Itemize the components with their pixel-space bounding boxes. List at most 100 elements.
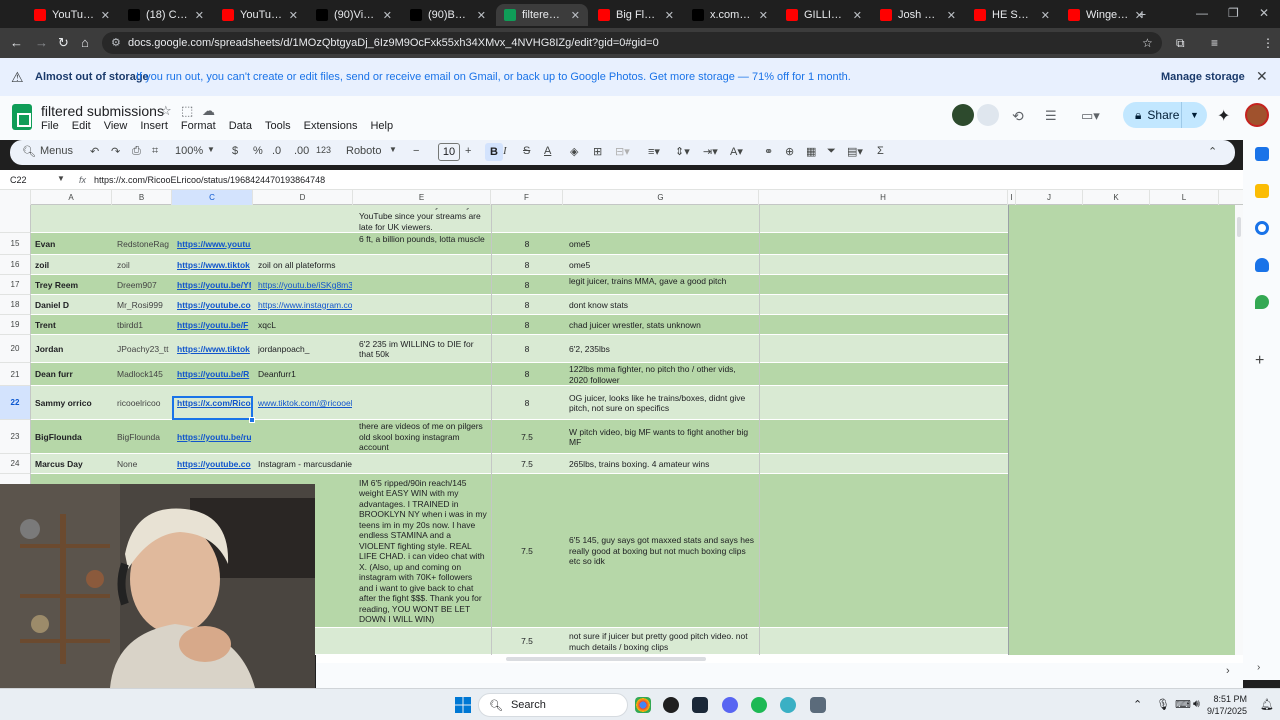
horizontal-scrollbar[interactable]	[316, 655, 1243, 663]
cell-a[interactable]: BigFlounda	[35, 432, 111, 443]
row-header[interactable]: 24	[0, 454, 31, 474]
comments-icon[interactable]: ☰	[1045, 108, 1057, 124]
browser-tab[interactable]: x.com/Ricoo ✕	[684, 4, 776, 26]
fill-color-icon[interactable]: ◈	[570, 145, 578, 158]
cell-c[interactable]: https://youtube.co	[177, 459, 251, 470]
tab-close-icon[interactable]: ✕	[195, 9, 204, 22]
cell-e-partial[interactable]: and had a kid. Mainly watch your YouTube…	[359, 208, 487, 232]
cell-f[interactable]: 7.5	[491, 636, 563, 647]
cell-d[interactable]: https://www.instagram.cor	[258, 300, 352, 311]
taskbar-search[interactable]: 🔍︎ Search	[478, 693, 628, 717]
column-header-c[interactable]: C	[172, 190, 253, 205]
cell-b[interactable]: BigFlounda	[117, 432, 169, 443]
zoom-dropdown-icon[interactable]: ▼	[207, 145, 215, 154]
cell-a[interactable]: Marcus Day	[35, 459, 111, 470]
insert-chart-icon[interactable]: ▦	[806, 145, 816, 158]
tab-close-icon[interactable]: ✕	[571, 9, 580, 22]
menu-file[interactable]: File	[41, 120, 59, 132]
network-icon[interactable]: ⌨	[1175, 698, 1191, 711]
close-window-button[interactable]: ✕	[1259, 6, 1269, 20]
browser-tab[interactable]: YouTube ✕	[214, 4, 306, 26]
cell-a[interactable]: Trent	[35, 320, 111, 331]
tasks-icon[interactable]	[1255, 221, 1269, 235]
obs-icon[interactable]	[663, 697, 679, 713]
reading-list-icon[interactable]: ≡	[1211, 36, 1218, 50]
cell-d[interactable]: https://youtu.be/iSKg8m3	[258, 280, 352, 291]
strikethrough-button[interactable]: S	[523, 145, 530, 157]
borders-icon[interactable]: ⊞	[593, 145, 602, 158]
text-wrap-icon[interactable]: ⇥▾	[703, 145, 718, 158]
tab-close-icon[interactable]: ✕	[665, 9, 674, 22]
tab-close-icon[interactable]: ✕	[853, 9, 862, 22]
vertical-scrollbar[interactable]	[1235, 205, 1243, 655]
discord-icon[interactable]	[722, 697, 738, 713]
column-header-d[interactable]: D	[253, 190, 353, 205]
cell-g[interactable]: ome5	[569, 239, 755, 250]
windows-start-icon[interactable]	[455, 697, 471, 713]
volume-icon[interactable]: 🔊︎	[1193, 698, 1200, 711]
cell-b[interactable]: Mr_Rosi999	[117, 300, 169, 311]
column-header-f[interactable]: F	[491, 190, 563, 205]
menu-view[interactable]: View	[104, 120, 128, 132]
browser-tab[interactable]: HE SAW THE ✕	[966, 4, 1058, 26]
tab-close-icon[interactable]: ✕	[477, 9, 486, 22]
tab-close-icon[interactable]: ✕	[289, 9, 298, 22]
cell-a[interactable]: Daniel D	[35, 300, 111, 311]
minimize-button[interactable]: —	[1196, 6, 1208, 20]
cell-e[interactable]: 6 ft, a billion pounds, lotta muscle	[359, 234, 487, 254]
cell-b[interactable]: ricooelricoo	[117, 398, 169, 409]
currency-button[interactable]: $	[232, 145, 238, 157]
column-header-j[interactable]: J	[1016, 190, 1083, 205]
star-icon[interactable]: ☆	[160, 103, 172, 119]
steam-icon[interactable]	[692, 697, 708, 713]
collaborator-avatar-2[interactable]	[977, 104, 999, 126]
browser-tab[interactable]: GILLINGHAM ✕	[778, 4, 870, 26]
undo-icon[interactable]: ↶	[90, 145, 99, 158]
cell-g[interactable]: 6'5 145, guy says got maxxed stats and s…	[569, 535, 755, 567]
tab-close-icon[interactable]: ✕	[947, 9, 956, 22]
font-select[interactable]: Roboto	[346, 145, 381, 157]
insert-link-icon[interactable]: ⚭	[764, 145, 773, 158]
share-dropdown-icon[interactable]: ▼	[1181, 102, 1207, 128]
menu-help[interactable]: Help	[370, 120, 393, 132]
cell-g[interactable]: chad juicer wrestler, stats unknown	[569, 320, 755, 331]
microphone-icon[interactable]: 🎙︎	[1156, 698, 1170, 711]
calculator-icon[interactable]	[810, 697, 826, 713]
functions-icon[interactable]: Σ	[877, 145, 884, 157]
font-size-input[interactable]: 10	[438, 143, 460, 161]
home-icon[interactable]: ⌂	[81, 35, 89, 50]
merge-cells-icon[interactable]: ⊟▾	[615, 145, 630, 158]
explore-icon[interactable]: ›	[1226, 665, 1230, 677]
cell-f[interactable]: 8	[491, 300, 563, 311]
cell-e[interactable]: 6'2 235 im WILLING to DIE for that 50k	[359, 339, 487, 360]
cell-g[interactable]: 122lbs mma fighter, no pitch tho / other…	[569, 364, 755, 385]
browser-tab[interactable]: (90)Bojangle ✕	[402, 4, 494, 26]
cell-g[interactable]: not sure if juicer but pretty good pitch…	[569, 631, 755, 652]
increase-font-icon[interactable]: +	[465, 145, 471, 157]
cell-f[interactable]: 8	[491, 320, 563, 331]
column-header-i[interactable]: I	[1008, 190, 1016, 205]
column-header-h[interactable]: H	[759, 190, 1008, 205]
cell-c[interactable]: https://youtu.be/F	[177, 320, 251, 331]
cell-g[interactable]: ome5	[569, 260, 755, 271]
site-info-icon[interactable]: ⚙	[111, 36, 121, 49]
fill-handle[interactable]	[249, 417, 255, 423]
vertical-align-icon[interactable]: ⇕▾	[675, 145, 690, 158]
spotify-icon[interactable]	[751, 697, 767, 713]
insert-comment-icon[interactable]: ⊕	[785, 145, 794, 158]
menu-format[interactable]: Format	[181, 120, 216, 132]
column-header-a[interactable]: A	[31, 190, 112, 205]
row-header[interactable]: 22	[0, 386, 31, 420]
bold-button[interactable]: B	[485, 143, 503, 161]
cell-g[interactable]: 265lbs, trains boxing. 4 amateur wins	[569, 459, 755, 470]
cell-c[interactable]: https://youtube.co	[177, 300, 251, 311]
text-rotation-icon[interactable]: A▾	[730, 145, 743, 158]
collaborator-avatar[interactable]	[952, 104, 974, 126]
add-addon-icon[interactable]: +	[1255, 352, 1264, 370]
cell-f[interactable]: 8	[491, 260, 563, 271]
cell-c[interactable]: https://www.tiktok	[177, 344, 251, 355]
browser-menu-icon[interactable]: ⋮	[1262, 36, 1274, 50]
browser-tab[interactable]: Josh Bagshaw ✕	[872, 4, 964, 26]
column-header-l[interactable]: L	[1150, 190, 1219, 205]
cell-d[interactable]: Deanfurr1	[258, 369, 352, 380]
